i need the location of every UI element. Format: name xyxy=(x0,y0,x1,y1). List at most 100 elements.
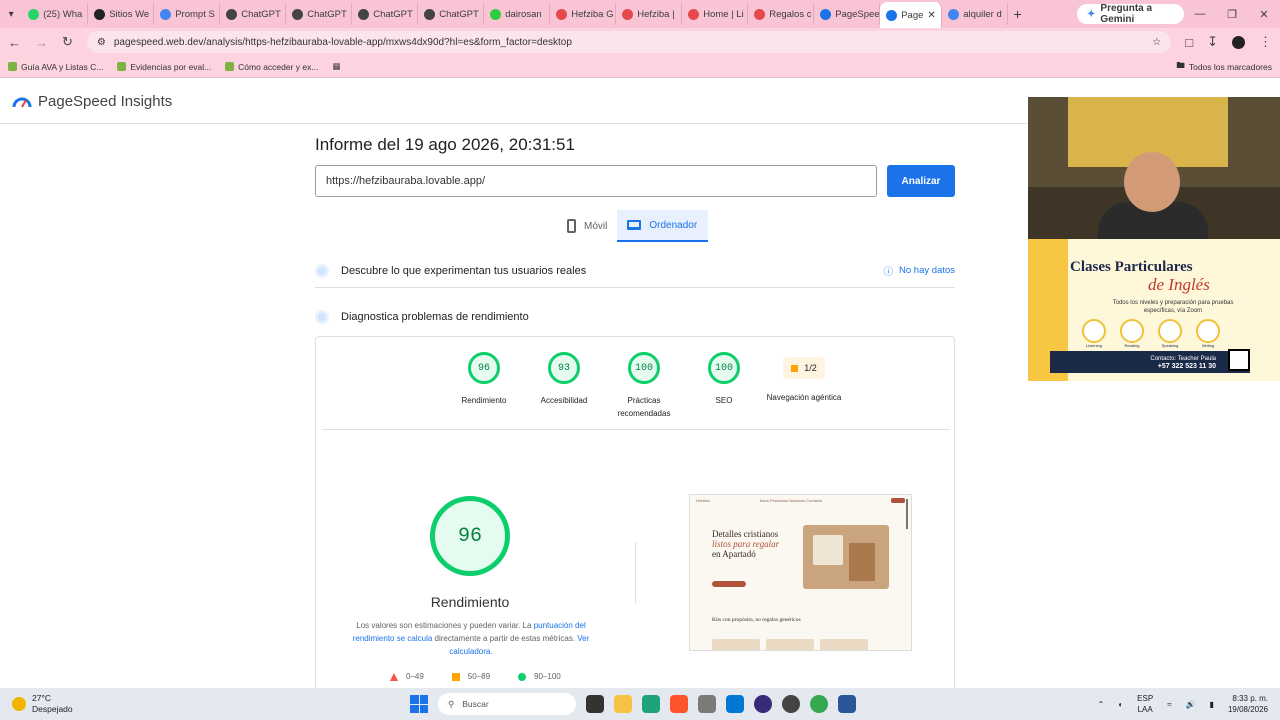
ad-skill: Speaking xyxy=(1158,319,1182,348)
profile-avatar-icon[interactable] xyxy=(1232,35,1245,49)
gauge-seo[interactable]: 100 SEO xyxy=(684,352,764,420)
bookmark-item[interactable]: Cómo acceder y ex... xyxy=(225,62,318,72)
browser-tab[interactable]: PageSpee xyxy=(814,3,881,25)
ad-skill: Reading xyxy=(1120,319,1144,348)
file-explorer-icon[interactable] xyxy=(614,695,632,713)
snipping-tool-icon[interactable] xyxy=(698,695,716,713)
lang-layout: LAA xyxy=(1137,705,1153,714)
all-bookmarks-button[interactable]: 🖿 Todos los marcadores xyxy=(1176,60,1272,74)
tab-desktop-label: Ordenador xyxy=(649,219,698,231)
back-arrow-icon[interactable]: ← xyxy=(8,35,21,50)
browser-tab[interactable]: Home | Li xyxy=(682,3,749,25)
score-gauges: 96 Rendimiento 93 Accesibilidad 100 Prác… xyxy=(444,352,844,420)
real-users-title: Descubre lo que experimentan tus usuario… xyxy=(341,264,587,277)
browser-tab[interactable]: Regalos c xyxy=(748,3,815,25)
diagnose-card: 96 Rendimiento 93 Accesibilidad 100 Prác… xyxy=(315,336,955,696)
chrome-icon[interactable] xyxy=(810,695,828,713)
task-view-icon[interactable] xyxy=(586,695,604,713)
gauge-accessibility[interactable]: 93 Accesibilidad xyxy=(524,352,604,420)
browser-tab[interactable]: dairosan xyxy=(484,3,551,25)
browser-tab[interactable]: Hefziba G xyxy=(550,3,617,25)
weather-widget[interactable]: 27°C Despejado xyxy=(0,693,150,715)
tab-desktop[interactable]: Ordenador xyxy=(617,210,709,242)
restore-icon[interactable]: ❐ xyxy=(1216,8,1248,21)
minimize-icon[interactable]: — xyxy=(1184,8,1216,21)
whatsapp-icon xyxy=(28,8,40,20)
close-tab-icon[interactable]: ✕ xyxy=(927,10,935,21)
bookmark-item[interactable]: Evidencias por eval... xyxy=(117,62,211,72)
edge-icon[interactable] xyxy=(642,695,660,713)
diagnose-title: Diagnostica problemas de rendimiento xyxy=(341,311,529,323)
omnibox[interactable]: ⚙ pagespeed.web.dev/analysis/https-hefzi… xyxy=(86,31,1172,53)
brave-icon[interactable] xyxy=(670,695,688,713)
bookmark-star-icon[interactable]: ☆ xyxy=(1152,37,1161,48)
tab-title: ChatGPT xyxy=(241,8,281,20)
battery-icon[interactable]: ▮ xyxy=(1210,700,1214,709)
score-ring: 100 xyxy=(628,352,660,384)
browser-tab[interactable]: ChatGPT xyxy=(352,3,419,25)
browser-tab[interactable]: Hefziba | xyxy=(616,3,683,25)
tab-title: alquiler d xyxy=(963,8,1002,20)
chatgpt-icon xyxy=(292,8,304,20)
store-icon[interactable] xyxy=(726,695,744,713)
tab-mobile[interactable]: Móvil xyxy=(557,210,617,242)
ad-tagline: Todos los niveles y preparación para pru… xyxy=(1112,300,1234,314)
score-label: SEO xyxy=(715,396,733,405)
reload-icon[interactable]: ↻ xyxy=(62,34,73,50)
close-window-icon[interactable]: ✕ xyxy=(1248,8,1280,21)
browser-tab[interactable]: Prompt S xyxy=(154,3,221,25)
clock-time: 8:33 p. m. xyxy=(1232,694,1268,703)
language-indicator[interactable]: ESP LAA xyxy=(1137,693,1153,715)
word-icon[interactable] xyxy=(838,695,856,713)
gemini-sparkle-icon: ✦ xyxy=(1087,8,1096,20)
thumb-subtitle: Kits con propósito, no regalos genéricos xyxy=(712,617,801,623)
browser-tab[interactable]: alquiler d xyxy=(942,3,1009,25)
gauge-agentic[interactable]: 1/2 Navegación agéntica xyxy=(764,352,844,420)
obs-icon[interactable] xyxy=(754,695,772,713)
tab-title: Hefziba | xyxy=(637,8,675,20)
note-text: directamente a partir de estas métricas. xyxy=(432,634,578,643)
brand-title[interactable]: PageSpeed Insights xyxy=(38,93,172,110)
forward-arrow-icon[interactable]: → xyxy=(35,35,48,50)
apps-grid-icon[interactable]: ▦ xyxy=(332,61,340,72)
site-info-icon[interactable]: ⚙ xyxy=(97,37,106,48)
gauge-best-practices[interactable]: 100 Prácticas recomendadas xyxy=(604,352,684,420)
new-tab-button[interactable]: + xyxy=(1008,6,1027,22)
download-icon[interactable]: ↧ xyxy=(1207,34,1218,50)
browser-tab[interactable]: (25) Wha xyxy=(22,3,89,25)
browser-tab[interactable]: Page ✕ xyxy=(880,2,943,28)
no-data-link[interactable]: ⓘ No hay datos xyxy=(884,264,956,278)
davinci-icon[interactable] xyxy=(782,695,800,713)
bookmark-item[interactable]: Guía AVA y Listas C... xyxy=(8,62,103,72)
ear-icon xyxy=(1082,319,1106,343)
url-text[interactable]: pagespeed.web.dev/analysis/https-hefziba… xyxy=(114,37,1144,48)
windows-start-icon[interactable] xyxy=(410,695,428,713)
url-input[interactable]: https://hefzibauraba.lovable.app/ xyxy=(315,165,877,197)
gemini-button[interactable]: ✦ Pregunta a Gemini xyxy=(1077,3,1184,25)
thumb-hero-line: listos para regalar xyxy=(712,539,780,549)
vertical-divider xyxy=(635,542,636,604)
wifi-icon[interactable]: ≈ xyxy=(1167,700,1171,709)
clock[interactable]: 8:33 p. m. 19/08/2026 xyxy=(1228,693,1268,715)
bookmark-check-icon xyxy=(225,62,235,71)
analyze-button[interactable]: Analizar xyxy=(887,165,955,197)
tab-search-chevron-down-icon[interactable]: ▾ xyxy=(0,9,22,20)
tab-title: PageSpee xyxy=(835,8,880,20)
volume-icon[interactable]: 🔊 xyxy=(1186,700,1196,709)
kebab-menu-icon[interactable]: ⋮ xyxy=(1259,34,1272,50)
folder-icon: 🖿 xyxy=(1176,59,1185,70)
taskbar-search[interactable]: ⚲ Buscar xyxy=(438,693,576,715)
performance-big-label: Rendimiento xyxy=(430,594,510,610)
browser-tab[interactable]: ChatGPT xyxy=(286,3,353,25)
browser-tab[interactable]: ChatGPT xyxy=(418,3,485,25)
gauge-performance[interactable]: 96 Rendimiento xyxy=(444,352,524,420)
tray-app-icon[interactable]: ◐ xyxy=(1118,700,1123,709)
extensions-puzzle-icon[interactable]: □ xyxy=(1185,35,1193,50)
pencil-icon xyxy=(1196,319,1220,343)
browser-tab[interactable]: Sitios We xyxy=(88,3,155,25)
browser-tab[interactable]: ChatGPT xyxy=(220,3,287,25)
address-toolbar: ← → ↻ ⚙ pagespeed.web.dev/analysis/https… xyxy=(0,28,1280,56)
browser-tab-strip: ▾ (25) Wha Sitios We Prompt S ChatGPT ChatGP… xyxy=(0,0,1280,28)
chevron-up-icon[interactable]: ⌃ xyxy=(1098,700,1105,709)
site-icon xyxy=(94,8,106,20)
